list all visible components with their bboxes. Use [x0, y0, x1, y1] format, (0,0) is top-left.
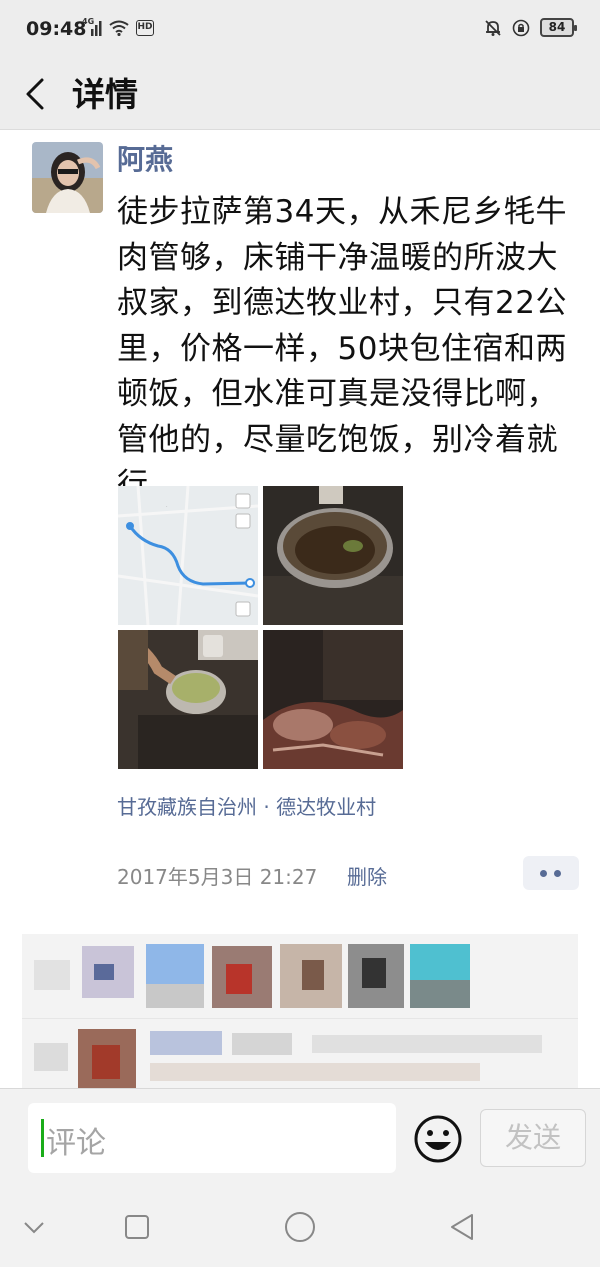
location-link[interactable]: 甘孜藏族自治州 · 德达牧业村	[117, 791, 376, 820]
text-caret	[41, 1119, 44, 1157]
post-text: 徒步拉萨第34天，从禾尼乡牦牛肉管够，床铺干净温暖的所波大叔家，到德达牧业村，只…	[117, 194, 567, 503]
blurred-comment-row	[22, 1018, 578, 1092]
hd-icon: HD	[136, 20, 154, 36]
back-arrow-icon	[26, 78, 44, 110]
status-icons-left: 4G HD	[82, 17, 154, 37]
system-nav-bar	[0, 1188, 600, 1267]
smiley-face-icon	[414, 1115, 462, 1163]
rotation-lock-icon	[512, 19, 530, 37]
author-name[interactable]: 阿燕	[117, 138, 173, 178]
status-time: 09:48	[26, 18, 87, 40]
back-button[interactable]	[18, 72, 54, 116]
likes-comments-area	[22, 934, 578, 1092]
more-dot-icon	[540, 870, 547, 877]
recent-apps-square-icon[interactable]	[124, 1214, 150, 1240]
nav-bar: 详情	[0, 58, 600, 130]
emoji-button[interactable]	[413, 1114, 463, 1164]
send-button[interactable]: 发送	[480, 1109, 586, 1167]
blurred-likes-row	[22, 934, 578, 1014]
avatar[interactable]	[32, 142, 103, 213]
hide-keyboard-chevron-icon[interactable]	[22, 1220, 46, 1236]
post-timestamp: 2017年5月3日 21:27	[117, 865, 318, 889]
status-icons-right: 84	[484, 18, 577, 37]
photo-grid: ·	[118, 486, 404, 769]
signal-icon: 4G	[82, 17, 102, 36]
stove-cooking-photo[interactable]	[118, 630, 258, 769]
comment-bar: 评论 发送	[0, 1088, 600, 1188]
avatar-photo	[32, 142, 103, 213]
route-map-photo[interactable]: ·	[118, 486, 258, 625]
comment-input[interactable]: 评论	[28, 1103, 396, 1173]
cooking-pot-photo[interactable]	[263, 486, 403, 625]
home-circle-icon[interactable]	[284, 1211, 316, 1243]
more-dot-icon	[554, 870, 561, 877]
wifi-icon	[109, 20, 129, 37]
status-bar: 09:48 4G HD 84	[0, 0, 600, 58]
back-triangle-icon[interactable]	[448, 1212, 476, 1242]
comment-placeholder: 评论	[46, 1126, 106, 1161]
page-title: 详情	[72, 75, 138, 114]
delete-button[interactable]: 删除	[347, 861, 387, 890]
mute-bell-icon	[484, 19, 502, 37]
battery-indicator: 84	[540, 18, 577, 37]
bedding-photo[interactable]	[263, 630, 403, 769]
more-actions-button[interactable]	[523, 856, 579, 890]
